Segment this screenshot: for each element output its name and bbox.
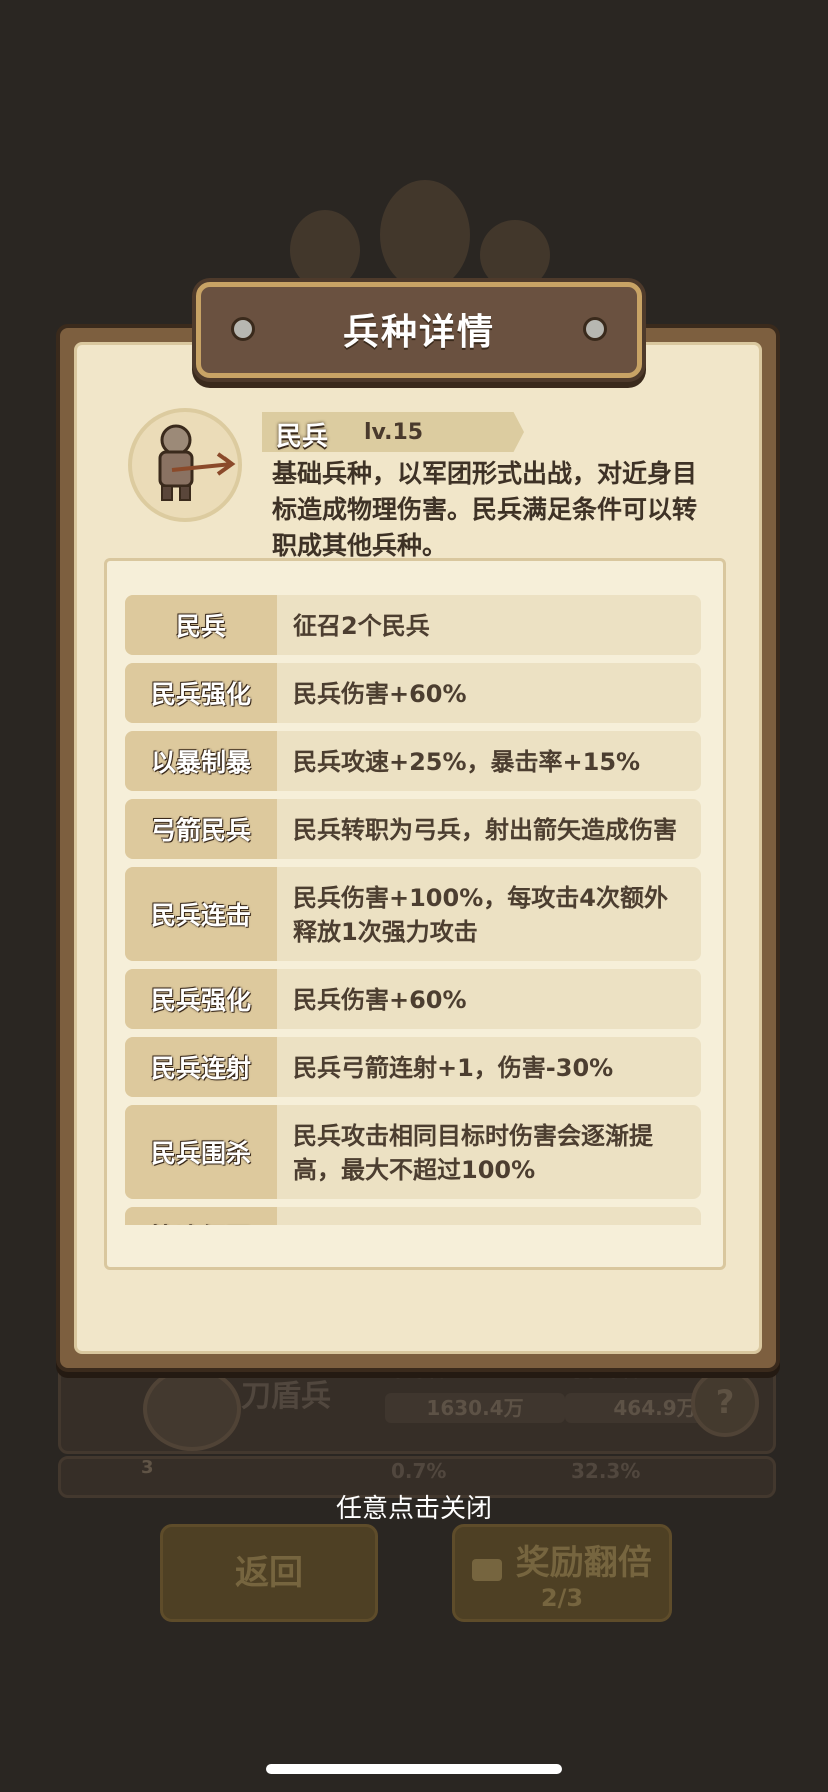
stat-percent: 32.3%	[571, 1459, 641, 1483]
skill-effect: 民兵移速+50%，伤害+30%	[277, 1207, 701, 1225]
unit-description: 基础兵种，以军团形式出战，对近身目标造成物理伤害。民兵满足条件可以转职成其他兵种…	[272, 459, 698, 560]
unit-name: 民兵	[276, 422, 329, 452]
skill-list-frame: 民兵 征召2个民兵 民兵强化 民兵伤害+60% 以暴制暴 民兵攻速+25%，暴击率+15%…	[104, 558, 726, 1270]
skill-row: 以暴制暴 民兵攻速+25%，暴击率+15%	[125, 731, 701, 791]
skill-effect: 民兵攻速+25%，暴击率+15%	[293, 748, 641, 776]
double-reward-button[interactable]: 奖励翻倍 2/3	[452, 1524, 672, 1622]
stat-bar: 1630.4万	[385, 1393, 565, 1423]
skill-effect: 民兵弓箭连射+1，伤害-30%	[293, 1054, 614, 1082]
back-button[interactable]: 返回	[160, 1524, 378, 1622]
skill-list[interactable]: 民兵 征召2个民兵 民兵强化 民兵伤害+60% 以暴制暴 民兵攻速+25%，暴击率+15%…	[125, 595, 701, 1225]
unit-level: lv.15	[364, 420, 424, 445]
skill-effect: 民兵伤害+60%	[293, 986, 467, 1014]
skill-effect: 民兵攻击相同目标时伤害会逐渐提高，最大不超过100%	[293, 1122, 653, 1184]
skill-name: 民兵围杀	[125, 1105, 277, 1199]
skill-row: 民兵 征召2个民兵	[125, 595, 701, 655]
skill-name: 快速行军	[125, 1207, 277, 1225]
skill-row: 弓箭民兵 民兵转职为弓兵，射出箭矢造成伤害	[125, 799, 701, 859]
skill-name: 弓箭民兵	[125, 799, 277, 859]
dialog-title: 兵种详情	[342, 312, 495, 353]
skill-name: 以暴制暴	[125, 731, 277, 791]
skill-name: 民兵连击	[125, 867, 277, 961]
skill-row: 民兵连击 民兵伤害+100%，每攻击4次额外释放1次强力攻击	[125, 867, 701, 961]
skill-effect: 征召2个民兵	[293, 612, 430, 640]
avatar	[143, 1367, 241, 1451]
skill-name: 民兵强化	[125, 969, 277, 1029]
rank-number: 3	[141, 1457, 154, 1478]
skill-name: 民兵强化	[125, 663, 277, 723]
home-indicator[interactable]	[266, 1764, 562, 1774]
skill-name: 民兵	[125, 595, 277, 655]
unit-name-banner: 民兵 lv.15	[262, 412, 524, 452]
video-icon	[472, 1558, 503, 1581]
skill-row: 民兵围杀 民兵攻击相同目标时伤害会逐渐提高，最大不超过100%	[125, 1105, 701, 1199]
help-icon[interactable]: ?	[691, 1369, 759, 1437]
unit-avatar	[128, 408, 242, 522]
skill-effect: 民兵伤害+60%	[293, 680, 467, 708]
dialog-title-plate: 兵种详情	[196, 282, 642, 378]
stat-percent: 0.7%	[391, 1459, 447, 1483]
skill-effect: 民兵转职为弓兵，射出箭矢造成伤害	[293, 816, 677, 844]
skill-row: 民兵强化 民兵伤害+60%	[125, 969, 701, 1029]
rivet-icon	[583, 317, 607, 341]
militia-icon	[158, 424, 236, 501]
skill-effect: 民兵伤害+100%，每攻击4次额外释放1次强力攻击	[293, 884, 668, 946]
reward-count: 2/3	[540, 1584, 584, 1612]
skill-name: 民兵连射	[125, 1037, 277, 1097]
skill-row: 民兵连射 民兵弓箭连射+1，伤害-30%	[125, 1037, 701, 1097]
skill-row: 快速行军民兵移速+50%，伤害+30%	[125, 1207, 701, 1225]
close-hint[interactable]: 任意点击关闭	[0, 1488, 828, 1525]
unit-name: 刀盾兵	[241, 1379, 331, 1414]
skill-row: 民兵强化 民兵伤害+60%	[125, 663, 701, 723]
